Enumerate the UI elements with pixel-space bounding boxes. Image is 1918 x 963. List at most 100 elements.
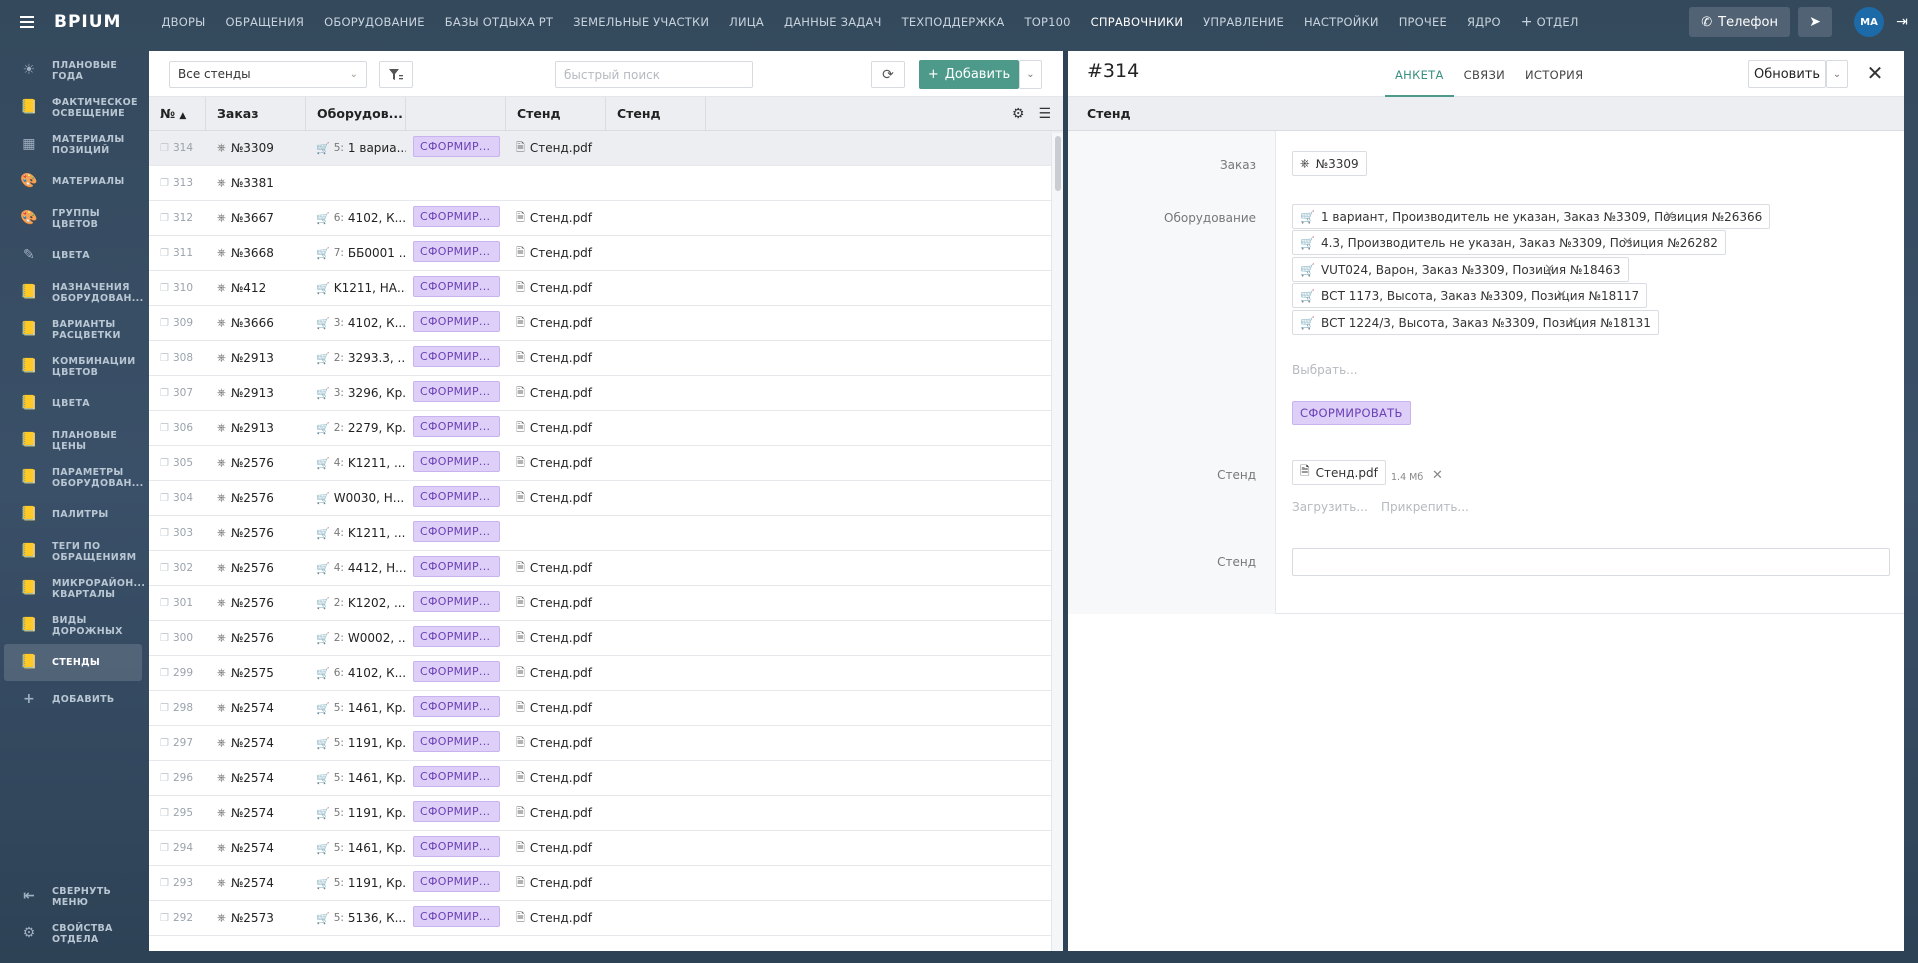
row-order-cell[interactable]: ⎈ №412 xyxy=(206,281,306,295)
row-file-cell[interactable]: 🗎 Стенд.pdf xyxy=(506,314,606,333)
status-badge[interactable]: СФОРМИР... xyxy=(413,556,500,577)
row-equipment-cell[interactable]: 🛒 4: K1211, ... xyxy=(306,526,406,540)
row-file-cell[interactable]: 🗎 Стенд.pdf xyxy=(506,839,606,858)
table-row[interactable]: ❐ 301 ⎈ №2576 🛒 2: K1202, ... СФОРМИР... 🗎 Стенд.… xyxy=(149,586,1063,621)
app-logo[interactable]: ВРІUМ xyxy=(54,12,121,32)
topnav-item[interactable]: ПРОЧЕЕ xyxy=(1389,15,1457,29)
row-equipment-cell[interactable]: 🛒5:1191, Кр... xyxy=(306,806,406,820)
rocket-button[interactable]: ➤ xyxy=(1798,7,1832,37)
status-badge[interactable]: СФОРМИР... xyxy=(413,626,500,647)
sidebar-item[interactable]: 📒 МИКРОРАЙОН... КВАРТАЛЫ xyxy=(0,570,148,607)
topnav-add-dept[interactable]: + ОТДЕЛ xyxy=(1511,14,1589,30)
row-file-cell[interactable]: 🗎 Стенд.pdf xyxy=(506,874,606,893)
remove-equipment-icon[interactable]: ✕ xyxy=(1556,288,1567,303)
row-equipment-cell[interactable]: 🛒5:1191, Кр... xyxy=(306,736,406,750)
row-order-cell[interactable]: ⎈ №2574 xyxy=(206,736,306,750)
row-order-cell[interactable]: ⎈ №2574 xyxy=(206,806,306,820)
row-file-cell[interactable]: 🗎 Стенд.pdf xyxy=(506,489,606,508)
copy-icon[interactable]: ❐ xyxy=(160,703,169,714)
generate-button[interactable]: СФОРМИРОВАТЬ xyxy=(1292,401,1411,425)
copy-icon[interactable]: ❐ xyxy=(160,423,169,434)
close-icon[interactable]: ✕ xyxy=(1863,61,1887,85)
status-badge[interactable]: СФОРМИР... xyxy=(413,451,500,472)
add-button[interactable]: + Добавить xyxy=(919,60,1019,89)
status-badge[interactable]: СФОРМИР... xyxy=(413,486,500,507)
row-order-cell[interactable]: ⎈ №2576 xyxy=(206,561,306,575)
copy-icon[interactable]: ❐ xyxy=(160,808,169,819)
copy-icon[interactable]: ❐ xyxy=(160,843,169,854)
file-chip[interactable]: 🗎 Стенд.pdf xyxy=(1292,460,1386,485)
copy-icon[interactable]: ❐ xyxy=(160,773,169,784)
filter-button[interactable] xyxy=(379,61,413,88)
copy-icon[interactable]: ❐ xyxy=(160,283,169,294)
table-row[interactable]: ❐ 303 ⎈ №2576 🛒 4: K1211, ... СФОРМИР... xyxy=(149,516,1063,551)
row-equipment-cell[interactable]: 🛒 2: W0002, ... xyxy=(306,631,406,645)
row-order-cell[interactable]: ⎈ №2575 xyxy=(206,666,306,680)
table-row[interactable]: ❐ 300 ⎈ №2576 🛒 2: W0002, ... СФОРМИР... 🗎 Стенд.… xyxy=(149,621,1063,656)
sidebar-item[interactable]: 🎨 МАТЕРИАЛЫ xyxy=(0,163,148,200)
tab-links[interactable]: СВЯЗИ xyxy=(1454,51,1515,97)
row-order-cell[interactable]: ⎈ №2573 xyxy=(206,911,306,925)
row-equipment-cell[interactable]: 🛒5:1461, Кр... xyxy=(306,841,406,855)
row-equipment-cell[interactable]: 🛒 5: 1 вариа... xyxy=(306,141,406,155)
row-order-cell[interactable]: ⎈ №3309 xyxy=(206,141,306,155)
table-row[interactable]: ❐ 313 ⎈ №3381 xyxy=(149,166,1063,201)
col-header-status[interactable] xyxy=(406,97,506,131)
status-badge[interactable]: СФОРМИР... xyxy=(413,766,500,787)
row-file-cell[interactable]: 🗎 Стенд.pdf xyxy=(506,594,606,613)
row-equipment-cell[interactable]: 🛒5:1191, Кр... xyxy=(306,876,406,890)
copy-icon[interactable]: ❐ xyxy=(160,528,169,539)
status-badge[interactable]: СФОРМИР... xyxy=(413,871,500,892)
col-header-order[interactable]: Заказ xyxy=(206,97,306,131)
row-equipment-cell[interactable]: 🛒 6: 4102, К... xyxy=(306,211,406,225)
sidebar-item[interactable]: 📒 КОМБИНАЦИИ ЦВЕТОВ xyxy=(0,348,148,385)
status-badge[interactable]: СФОРМИР... xyxy=(413,661,500,682)
status-badge[interactable]: СФОРМИР... xyxy=(413,731,500,752)
table-row[interactable]: ❐ 309 ⎈ №3666 🛒 3: 4102, К... СФОРМИР... 🗎 Стенд.… xyxy=(149,306,1063,341)
row-file-cell[interactable]: 🗎 Стенд.pdf xyxy=(506,559,606,578)
status-badge[interactable]: СФОРМИР... xyxy=(413,311,500,332)
copy-icon[interactable]: ❐ xyxy=(160,493,169,504)
status-badge[interactable]: СФОРМИР... xyxy=(413,276,500,297)
topnav-item[interactable]: ЛИЦА xyxy=(719,15,774,29)
row-order-cell[interactable]: ⎈ №3666 xyxy=(206,316,306,330)
sidebar-item[interactable]: 📒 ПАЛИТРЫ xyxy=(0,496,148,533)
row-equipment-cell[interactable]: 🛒3:3296, Кр... xyxy=(306,386,406,400)
topnav-item[interactable]: ОБРАЩЕНИЯ xyxy=(215,15,314,29)
sidebar-item[interactable]: 📒 СТЕНДЫ xyxy=(4,644,142,681)
sidebar-item[interactable]: 📒 ВАРИАНТЫ РАСЦВЕТКИ xyxy=(0,311,148,348)
row-equipment-cell[interactable]: 🛒 3: 4102, К... xyxy=(306,316,406,330)
topnav-item[interactable]: TOP100 xyxy=(1014,15,1080,29)
row-equipment-cell[interactable]: 🛒2:2279, Кр... xyxy=(306,421,406,435)
row-file-cell[interactable]: 🗎 Стенд.pdf xyxy=(506,699,606,718)
sidebar-item[interactable]: 📒 ПЛАНОВЫЕ ЦЕНЫ xyxy=(0,422,148,459)
row-order-cell[interactable]: ⎈ №2574 xyxy=(206,771,306,785)
copy-icon[interactable]: ❐ xyxy=(160,213,169,224)
refresh-button[interactable]: ⟳ xyxy=(871,61,905,88)
sidebar-item[interactable]: 📒 ПАРАМЕТРЫ ОБОРУДОВАН... xyxy=(0,459,148,496)
sidebar-item[interactable]: ▦ МАТЕРИАЛЫ ПОЗИЦИЙ xyxy=(0,126,148,163)
topnav-item[interactable]: ЯДРО xyxy=(1457,15,1511,29)
equipment-chip[interactable]: 🛒 4.3, Производитель не указан, Заказ №33… xyxy=(1292,230,1726,255)
row-file-cell[interactable]: 🗎 Стенд.pdf xyxy=(506,209,606,228)
row-file-cell[interactable]: 🗎 Стенд.pdf xyxy=(506,454,606,473)
row-order-cell[interactable]: ⎈ №2576 xyxy=(206,526,306,540)
table-row[interactable]: ❐ 292 ⎈ №2573 🛒 5: 5136, К... СФОРМИР... 🗎 Стенд.… xyxy=(149,901,1063,936)
columns-list-icon[interactable]: ☰ xyxy=(1038,106,1051,122)
row-equipment-cell[interactable]: 🛒 4: K1211, ... xyxy=(306,456,406,470)
topnav-item[interactable]: ЗЕМЕЛЬНЫЕ УЧАСТКИ xyxy=(563,15,719,29)
row-file-cell[interactable]: 🗎 Стенд.pdf xyxy=(506,629,606,648)
table-row[interactable]: ❐ 314 ⎈ №3309 🛒 5: 1 вариа... СФОРМИР... 🗎 Стенд.… xyxy=(149,131,1063,166)
status-badge[interactable]: СФОРМИР... xyxy=(413,136,500,157)
table-row[interactable]: ❐307 ⎈ №2913 🛒3:3296, Кр... СФОРМИР... 🗎 Стенд… xyxy=(149,376,1063,411)
remove-equipment-icon[interactable]: ✕ xyxy=(1664,209,1675,224)
row-order-cell[interactable]: ⎈ №2576 xyxy=(206,596,306,610)
choose-link[interactable]: Выбрать... xyxy=(1292,363,1358,377)
filter-select[interactable]: Все стенды ⌄ xyxy=(169,61,367,88)
table-row[interactable]: ❐293 ⎈ №2574 🛒5:1191, Кр... СФОРМИР... 🗎 Стенд… xyxy=(149,866,1063,901)
sidebar-collapse[interactable]: ⇤ СВЕРНУТЬ МЕНЮ xyxy=(0,878,148,915)
table-row[interactable]: ❐ 308 ⎈ №2913 🛒 2: 3293.3, ... СФОРМИР... 🗎 Стенд… xyxy=(149,341,1063,376)
row-equipment-cell[interactable]: 🛒 4: 4412, Н... xyxy=(306,561,406,575)
row-order-cell[interactable]: ⎈ №2574 xyxy=(206,841,306,855)
row-order-cell[interactable]: ⎈ №2913 xyxy=(206,386,306,400)
